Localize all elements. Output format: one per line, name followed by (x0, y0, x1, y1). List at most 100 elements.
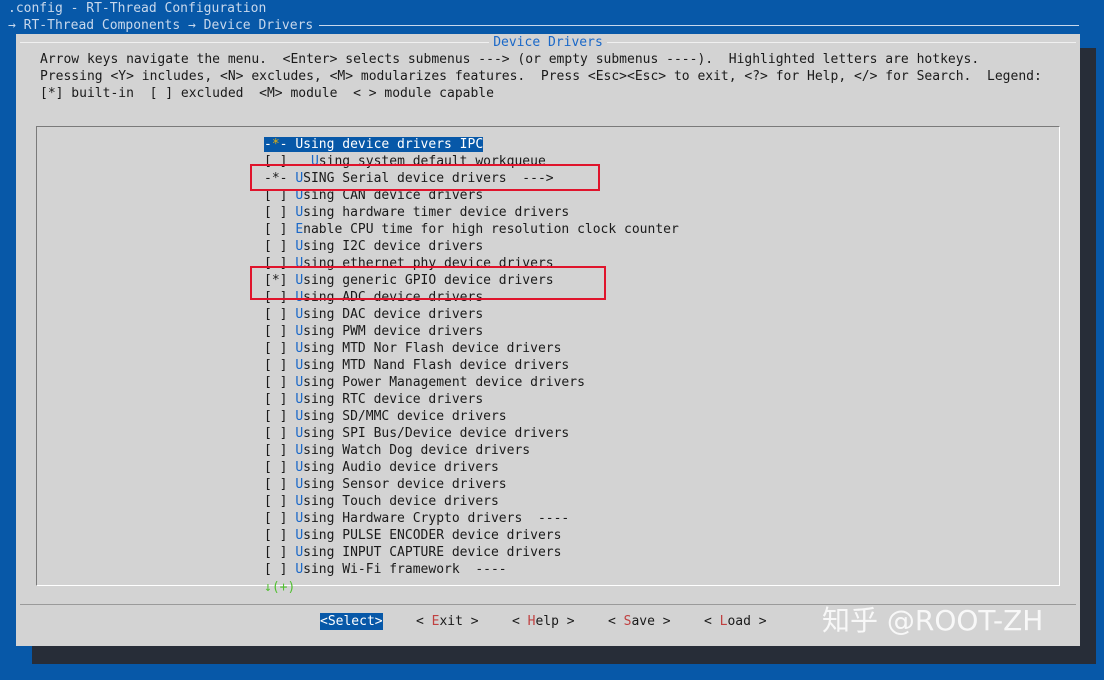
menu-item-marker: [ ] (264, 239, 288, 254)
menu-item-marker: [ ] (264, 409, 288, 424)
menu-item-label: sing RTC device drivers (303, 392, 484, 407)
menu-item-marker: [ ] (264, 528, 288, 543)
menu-item-hotkey: U (295, 409, 304, 424)
menu-item-marker: [ ] (264, 460, 288, 475)
help-line-2: Pressing <Y> includes, <N> excludes, <M>… (40, 69, 1042, 84)
menu-item-marker: [ ] (264, 324, 288, 339)
save-button[interactable]: < Save > (608, 613, 671, 630)
menu-item-marker: [ ] (264, 426, 288, 441)
menu-list: -*- Using device drivers IPC[ ] Using sy… (264, 136, 679, 578)
menu-item-label: sing MTD Nor Flash device drivers (303, 341, 562, 356)
menu-item[interactable]: [ ] Using INPUT CAPTURE device drivers (264, 544, 679, 561)
menu-item[interactable]: [ ] Using Wi-Fi framework ---- (264, 561, 679, 578)
menu-item-label: sing Hardware Crypto drivers ---- (303, 511, 570, 526)
load-button[interactable]: < Load > (704, 613, 767, 630)
menu-item[interactable]: [ ] Using I2C device drivers (264, 238, 679, 255)
menu-item-hotkey: U (295, 375, 304, 390)
annotation-box-gpio (250, 266, 606, 300)
menu-item-hotkey: U (295, 137, 304, 152)
help-line-1: Arrow keys navigate the menu. <Enter> se… (40, 52, 980, 67)
menu-item-hotkey: U (295, 528, 304, 543)
menu-item[interactable]: [ ] Enable CPU time for high resolution … (264, 221, 679, 238)
menu-item-marker: [ ] (264, 392, 288, 407)
menu-item-hotkey: U (295, 307, 304, 322)
exit-button[interactable]: < Exit > (416, 613, 479, 630)
menu-item-label: sing MTD Nand Flash device drivers (303, 358, 570, 373)
menu-item-label: sing Watch Dog device drivers (303, 443, 531, 458)
menu-item-marker: [ ] (264, 375, 288, 390)
menu-item[interactable]: [ ] Using MTD Nor Flash device drivers (264, 340, 679, 357)
menu-item-hotkey: U (295, 239, 304, 254)
menu-item-label: sing Audio device drivers (303, 460, 499, 475)
menu-item[interactable]: [ ] Using Power Management device driver… (264, 374, 679, 391)
menu-item-label: sing SD/MMC device drivers (303, 409, 507, 424)
menu-item-label: sing hardware timer device drivers (303, 205, 570, 220)
menu-item-hotkey: U (295, 341, 304, 356)
menu-item-label: sing device drivers IPC (303, 137, 484, 152)
menu-item[interactable]: [ ] Using Hardware Crypto drivers ---- (264, 510, 679, 527)
menu-item[interactable]: [ ] Using DAC device drivers (264, 306, 679, 323)
menu-item-hotkey: U (295, 511, 304, 526)
menu-item-marker: [ ] (264, 205, 288, 220)
more-items-indicator: ↓(+) (264, 580, 296, 595)
menu-item-label: sing Touch device drivers (303, 494, 499, 509)
menu-item[interactable]: [ ] Using SPI Bus/Device device drivers (264, 425, 679, 442)
menu-item-marker: [ ] (264, 443, 288, 458)
dialog-title: Device Drivers (16, 34, 1080, 51)
menu-item[interactable]: [ ] Using SD/MMC device drivers (264, 408, 679, 425)
menu-item-label: sing PWM device drivers (303, 324, 484, 339)
menu-item-label: sing DAC device drivers (303, 307, 484, 322)
menu-item-marker: [ ] (264, 341, 288, 356)
menu-item-marker: -*- (264, 137, 288, 152)
menu-item-marker: [ ] (264, 477, 288, 492)
menu-item-marker: [ ] (264, 358, 288, 373)
menu-item[interactable]: -*- Using device drivers IPC (264, 136, 679, 153)
menu-item[interactable]: [ ] Using Audio device drivers (264, 459, 679, 476)
menu-item-hotkey: U (295, 205, 304, 220)
menu-item-hotkey: U (295, 358, 304, 373)
watermark: 知乎 @ROOT-ZH (822, 604, 1044, 637)
menu-item-label: sing Power Management device drivers (303, 375, 585, 390)
menu-item-label: sing Wi-Fi framework ---- (303, 562, 507, 577)
window-title: .config - RT-Thread Configuration (8, 1, 267, 16)
menu-item-hotkey: E (295, 222, 304, 237)
menu-item-label: sing Sensor device drivers (303, 477, 507, 492)
menu-item[interactable]: [ ] Using hardware timer device drivers (264, 204, 679, 221)
dialog-title-text: Device Drivers (489, 35, 607, 50)
help-button[interactable]: < Help > (512, 613, 575, 630)
device-drivers-dialog: Device Drivers Arrow keys navigate the m… (16, 34, 1080, 646)
menu-item-marker: [ ] (264, 511, 288, 526)
menu-item-hotkey: U (295, 545, 304, 560)
menu-item-marker: [ ] (264, 222, 288, 237)
menu-item[interactable]: [ ] Using RTC device drivers (264, 391, 679, 408)
menu-item-hotkey: U (295, 494, 304, 509)
help-line-3: [*] built-in [ ] excluded <M> module < >… (40, 86, 494, 101)
menu-item-hotkey: U (295, 392, 304, 407)
menu-item[interactable]: [ ] Using MTD Nand Flash device drivers (264, 357, 679, 374)
menu-item-hotkey: U (295, 562, 304, 577)
menu-item-label: nable CPU time for high resolution clock… (303, 222, 679, 237)
menu-item-hotkey: U (295, 477, 304, 492)
menu-item[interactable]: [ ] Using Watch Dog device drivers (264, 442, 679, 459)
menu-item[interactable]: [ ] Using PULSE ENCODER device drivers (264, 527, 679, 544)
menu-item-marker: [ ] (264, 562, 288, 577)
menu-item-marker: [ ] (264, 307, 288, 322)
menu-item-hotkey: U (295, 426, 304, 441)
menu-item[interactable]: [ ] Using Touch device drivers (264, 493, 679, 510)
menu-item-hotkey: U (295, 460, 304, 475)
annotation-box-serial (250, 164, 600, 191)
menu-item-label: sing SPI Bus/Device device drivers (303, 426, 570, 441)
select-button[interactable]: <Select> (320, 613, 383, 630)
breadcrumb: → RT-Thread Components → Device Drivers (8, 17, 1080, 34)
menu-item-marker: [ ] (264, 545, 288, 560)
menu-item-label: sing PULSE ENCODER device drivers (303, 528, 562, 543)
breadcrumb-text: → RT-Thread Components → Device Drivers (8, 18, 314, 33)
menu-item[interactable]: [ ] Using PWM device drivers (264, 323, 679, 340)
menu-item-hotkey: U (295, 443, 304, 458)
menu-item-hotkey: U (295, 324, 304, 339)
menu-item-label: sing INPUT CAPTURE device drivers (303, 545, 562, 560)
menu-item[interactable]: [ ] Using Sensor device drivers (264, 476, 679, 493)
title-rule (319, 25, 1080, 26)
menu-item-label: sing I2C device drivers (303, 239, 484, 254)
menu-item-marker: [ ] (264, 494, 288, 509)
